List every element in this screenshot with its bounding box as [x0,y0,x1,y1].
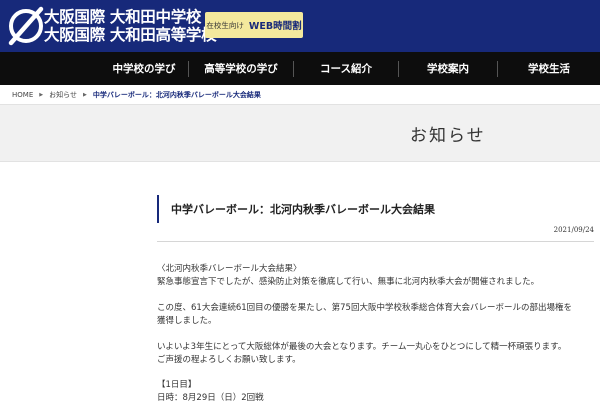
text-line: 【1日目】 [157,380,197,390]
article-title-block: 中学バレーボール：北河内秋季バレーボール大会結果 [157,195,597,223]
web-timetable-label: WEB時間割 [248,21,302,32]
article-paragraph: いよいよ3年生にとって大阪総体が最後の大会となります。チーム一丸心をひとつにして… [157,341,597,367]
text-line: 緊急事態宣言下でしたが、感染防止対策を徹底して行い、無事に北河内秋季大会が開催さ… [157,277,540,287]
article-content: 中学バレーボール：北河内秋季バレーボール大会結果 2021/09/24 〈北河内… [0,162,600,401]
nav-item-school-life[interactable]: 学校生活 [498,52,600,85]
article-paragraph: 【1日目】 日時：8月29日（日）2回戦 [157,379,597,401]
text-line: いよいよ3年生にとって大阪総体が最後の大会となります。チーム一丸心をひとつにして… [157,342,567,352]
nav-item-junior-high-learning[interactable]: 中学校の学び [100,52,188,85]
text-line: この度、61大会連続61回目の優勝を果たし、第75回大阪中学校秋季総合体育大会バ… [157,303,572,313]
breadcrumb-news[interactable]: お知らせ [49,90,77,100]
title-divider [157,241,594,242]
breadcrumb-current: 中学バレーボール：北河内秋季バレーボール大会結果 [92,90,261,99]
breadcrumb-arrow-icon: ▶ [82,91,87,98]
text-line: 〈北河内秋季バレーボール大会結果〉 [157,264,302,274]
article-paragraph: この度、61大会連続61回目の優勝を果たし、第75回大阪中学校秋季総合体育大会バ… [157,302,597,328]
global-nav: 中学校の学び 高等学校の学び コース紹介 学校案内 学校生活 [0,52,600,85]
article-date: 2021/09/24 [553,226,594,234]
logo-line-high-school: 大阪国際 大和田高等学校 [44,26,217,44]
article-title: 中学バレーボール：北河内秋季バレーボール大会結果 [171,203,435,216]
page-banner: お知らせ [0,104,600,162]
school-name-logo[interactable]: 大阪国際 大和田中学校 大阪国際 大和田高等学校 [44,8,217,44]
nav-item-courses[interactable]: コース紹介 [294,52,398,85]
article-paragraph: 〈北河内秋季バレーボール大会結果〉 緊急事態宣言下でしたが、感染防止対策を徹底し… [157,263,597,289]
nav-item-high-school-learning[interactable]: 高等学校の学び [189,52,293,85]
breadcrumb-home[interactable]: HOME [12,91,33,99]
school-emblem-icon[interactable] [6,5,46,47]
site-header: 大阪国際 大和田中学校 大阪国際 大和田高等学校 在校生向け WEB時間割 [0,0,600,52]
web-timetable-button[interactable]: 在校生向け WEB時間割 [205,12,303,38]
nav-item-school-guide[interactable]: 学校案内 [399,52,497,85]
text-line: 日時：8月29日（日）2回戦 [157,393,264,401]
breadcrumb: HOME ▶ お知らせ ▶ 中学バレーボール：北河内秋季バレーボール大会結果 [0,85,600,104]
text-line: ご声援の程よろしくお願い致します。 [157,355,301,365]
text-line: 獲得しました。 [157,316,217,326]
logo-line-junior-high: 大阪国際 大和田中学校 [44,8,202,26]
web-timetable-audience-label: 在校生向け [206,20,244,30]
page-title: お知らせ [410,126,486,146]
breadcrumb-arrow-icon: ▶ [39,91,44,98]
